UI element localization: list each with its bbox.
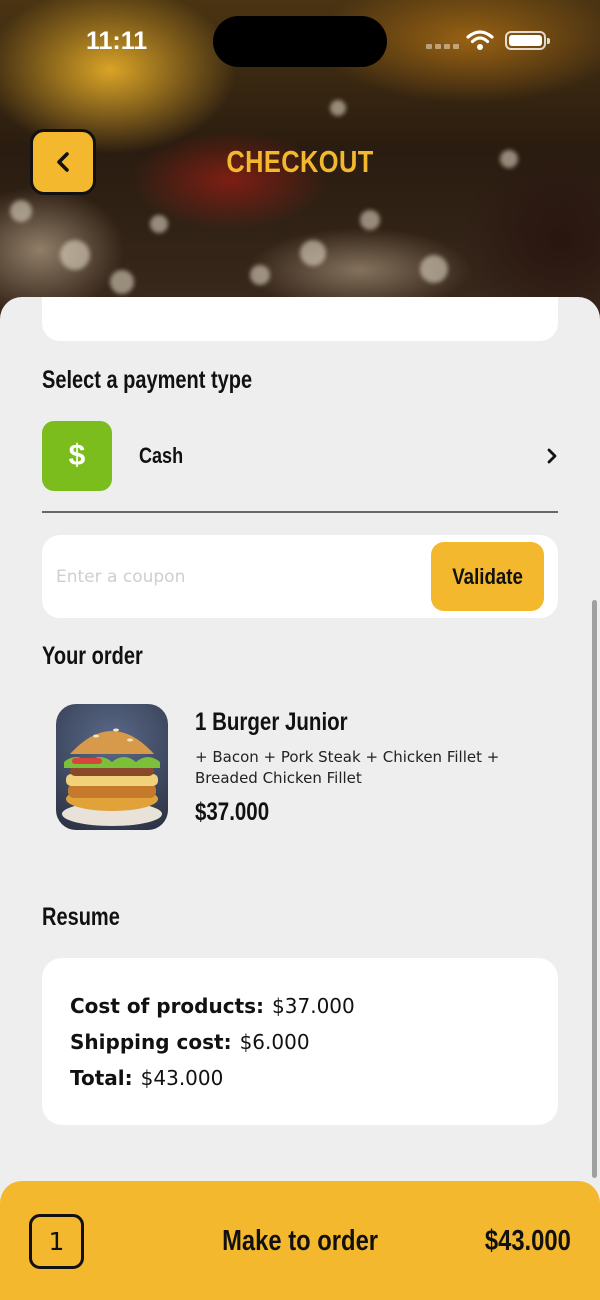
payment-method-cash[interactable]: $ Cash <box>42 421 558 491</box>
scrollbar[interactable] <box>592 600 597 1178</box>
order-total: $43.000 <box>485 1225 571 1257</box>
resume-cost-of-products: Cost of products: $37.000 <box>70 994 355 1018</box>
coupon-box: Validate <box>42 535 558 618</box>
order-item-name: 1 Burger Junior <box>195 708 348 736</box>
validate-coupon-button[interactable]: Validate <box>431 542 544 611</box>
order-item-price: $37.000 <box>195 798 270 826</box>
coupon-input[interactable] <box>56 555 416 599</box>
make-order-button[interactable]: 1 Make to order $43.000 <box>0 1181 600 1300</box>
resume-section-title: Resume <box>42 903 120 931</box>
resume-total: Total: $43.000 <box>70 1066 224 1090</box>
page-title: CHECKOUT <box>226 144 374 179</box>
resume-shipping-cost: Shipping cost: $6.000 <box>70 1030 310 1054</box>
payment-section-title: Select a payment type <box>42 366 253 394</box>
order-item-extras: + Bacon + Pork Steak + Chicken Fillet + … <box>195 748 500 787</box>
payment-method-label: Cash <box>139 443 184 468</box>
signal-icon <box>426 44 459 49</box>
resume-card: Cost of products: $37.000 Shipping cost: $… <box>42 958 558 1125</box>
dynamic-island <box>213 16 387 67</box>
order-section-title: Your order <box>42 642 143 670</box>
previous-card <box>42 297 558 341</box>
status-time: 11:11 <box>86 27 148 55</box>
battery-icon <box>505 31 550 50</box>
divider <box>42 511 558 513</box>
chevron-right-icon <box>547 448 557 464</box>
burger-image <box>56 704 168 830</box>
wifi-icon <box>466 30 494 50</box>
dollar-icon: $ <box>42 421 112 491</box>
